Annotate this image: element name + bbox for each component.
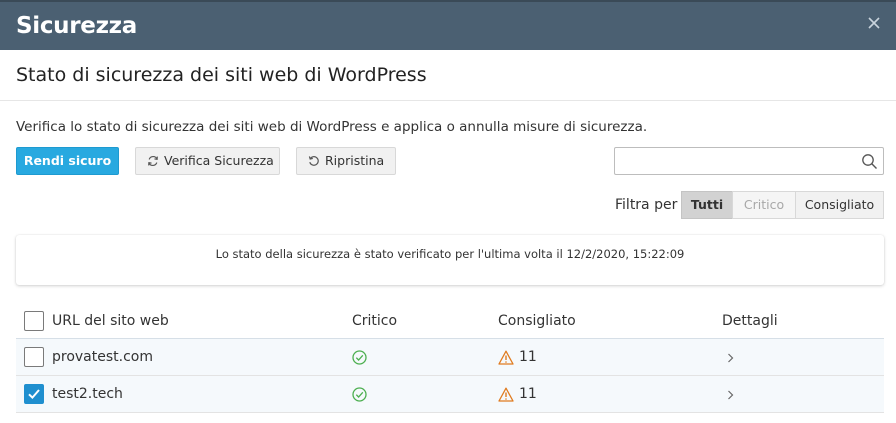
restore-icon (308, 156, 319, 166)
recommended-count: 11 (519, 386, 537, 402)
table-header: URL del sito web Critico Consigliato Det… (16, 303, 884, 339)
window-title-bar: Sicurezza (0, 0, 896, 50)
refresh-icon (148, 155, 158, 167)
search-input[interactable] (621, 151, 851, 171)
sites-table: URL del sito web Critico Consigliato Det… (16, 303, 884, 413)
row-checkbox[interactable] (24, 347, 44, 367)
checkmark-icon (28, 389, 40, 400)
divider (0, 100, 896, 101)
chevron-right-icon[interactable] (727, 353, 734, 363)
search-box[interactable] (614, 147, 884, 175)
verify-security-label: Verifica Sicurezza (164, 153, 274, 168)
check-circle-icon (352, 350, 367, 365)
warning-icon (498, 350, 514, 365)
window-title: Sicurezza (16, 13, 137, 39)
warning-icon (498, 387, 514, 402)
page-title: Stato di sicurezza dei siti web di WordP… (16, 64, 427, 86)
filter-label: Filtra per (615, 197, 678, 213)
column-critical: Critico (352, 313, 398, 329)
site-url: provatest.com (52, 349, 154, 365)
status-message: Lo stato della sicurezza è stato verific… (215, 247, 685, 261)
table-row[interactable]: provatest.com 11 (16, 339, 884, 376)
filter-critical-button[interactable]: Critico (732, 191, 796, 219)
recommended-count: 11 (519, 349, 537, 365)
search-icon[interactable] (861, 153, 878, 170)
column-url[interactable]: URL del sito web (52, 303, 169, 338)
filter-recommended-button[interactable]: Consigliato (795, 191, 884, 219)
page-description: Verifica lo stato di sicurezza dei siti … (16, 119, 648, 135)
restore-label: Ripristina (325, 153, 385, 168)
chevron-right-icon[interactable] (727, 390, 734, 400)
row-checkbox[interactable] (24, 384, 44, 404)
filter-all-button[interactable]: Tutti (681, 191, 733, 219)
close-icon[interactable] (866, 15, 882, 31)
column-details: Dettagli (722, 313, 778, 329)
status-message-box: Lo stato della sicurezza è stato verific… (16, 235, 884, 285)
restore-button[interactable]: Ripristina (296, 147, 396, 175)
verify-security-button[interactable]: Verifica Sicurezza (135, 147, 280, 175)
column-recommended: Consigliato (498, 313, 576, 329)
secure-button[interactable]: Rendi sicuro (16, 147, 119, 175)
site-url: test2.tech (52, 386, 123, 402)
table-row[interactable]: test2.tech 11 (16, 376, 884, 413)
select-all-checkbox[interactable] (24, 311, 44, 331)
check-circle-icon (352, 387, 367, 402)
